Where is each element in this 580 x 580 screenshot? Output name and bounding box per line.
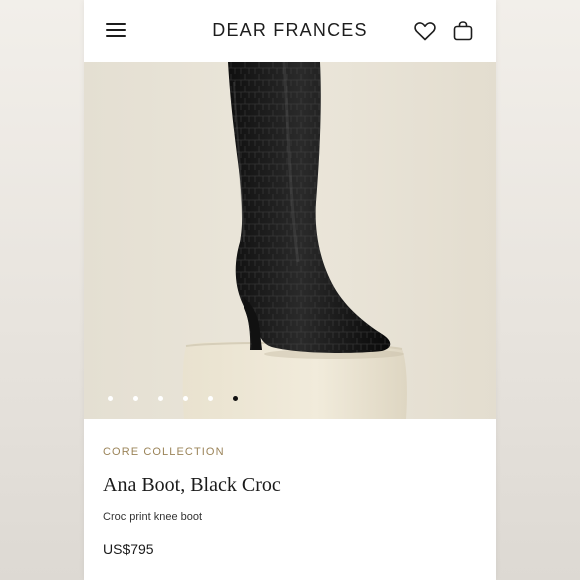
- top-bar: DEAR FRANCES: [84, 0, 496, 62]
- collection-label[interactable]: CORE COLLECTION: [103, 446, 225, 458]
- carousel-dot[interactable]: [108, 396, 113, 401]
- product-price: US$795: [103, 541, 154, 557]
- product-info: CORE COLLECTION Ana Boot, Black Croc Cro…: [84, 419, 496, 580]
- shopping-bag-icon[interactable]: [451, 19, 475, 43]
- product-page: DEAR FRANCES CORE COLLECTION Ana Boot, B…: [84, 0, 496, 580]
- product-description: Croc print knee boot: [103, 511, 203, 523]
- carousel-dot[interactable]: [208, 396, 213, 401]
- carousel-dot[interactable]: [158, 396, 163, 401]
- heart-icon[interactable]: [413, 19, 437, 43]
- carousel-dot[interactable]: [183, 396, 188, 401]
- carousel-dot[interactable]: [133, 396, 138, 401]
- product-image[interactable]: [84, 62, 496, 419]
- boot-photo: [84, 62, 496, 419]
- product-title: Ana Boot, Black Croc: [103, 474, 281, 496]
- carousel-dot-active[interactable]: [233, 396, 238, 401]
